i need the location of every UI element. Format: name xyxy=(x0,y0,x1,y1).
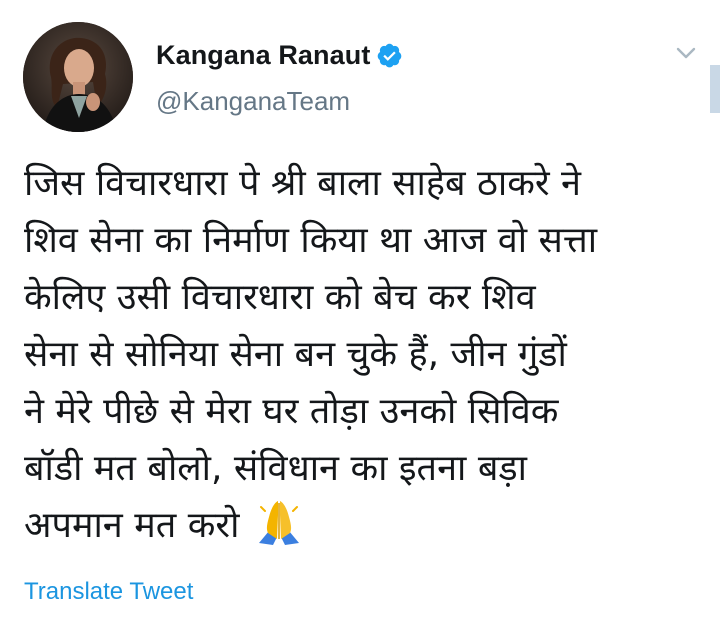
display-name[interactable]: Kangana Ranaut xyxy=(156,40,370,71)
scrollbar[interactable] xyxy=(710,65,720,113)
author-row: Kangana Ranaut xyxy=(156,36,403,74)
translate-tweet-link[interactable]: Translate Tweet xyxy=(24,578,193,606)
tweet-line: बॉडी मत बोलो, संविधान का इतना बड़ा xyxy=(24,448,527,489)
tweet-line: शिव सेना का निर्माण किया था आज वो सत्ता xyxy=(24,220,598,261)
author-handle[interactable]: @KanganaTeam xyxy=(156,86,350,117)
tweet-card: Kangana Ranaut @KanganaTeam जिस विचारधार… xyxy=(0,0,720,629)
folded-hands-emoji-icon xyxy=(253,497,305,545)
tweet-line: सेना से सोनिया सेना बन चुके हैं, जीन गुं… xyxy=(24,334,567,375)
tweet-line: जिस विचारधारा पे श्री बाला साहेब ठाकरे न… xyxy=(24,163,582,204)
tweet-text: जिस विचारधारा पे श्री बाला साहेब ठाकरे न… xyxy=(24,155,704,554)
tweet-line: केलिए उसी विचारधारा को बेच कर शिव xyxy=(24,277,536,318)
profile-photo-icon xyxy=(23,22,133,132)
chevron-down-icon[interactable] xyxy=(673,44,699,62)
tweet-line: अपमान मत करो xyxy=(24,505,240,546)
verified-badge-icon xyxy=(376,42,403,69)
tweet-line: ने मेरे पीछे से मेरा घर तोड़ा उनको सिविक xyxy=(24,391,559,432)
tweet-line-last: अपमान मत करो xyxy=(24,497,704,554)
avatar[interactable] xyxy=(23,22,133,132)
